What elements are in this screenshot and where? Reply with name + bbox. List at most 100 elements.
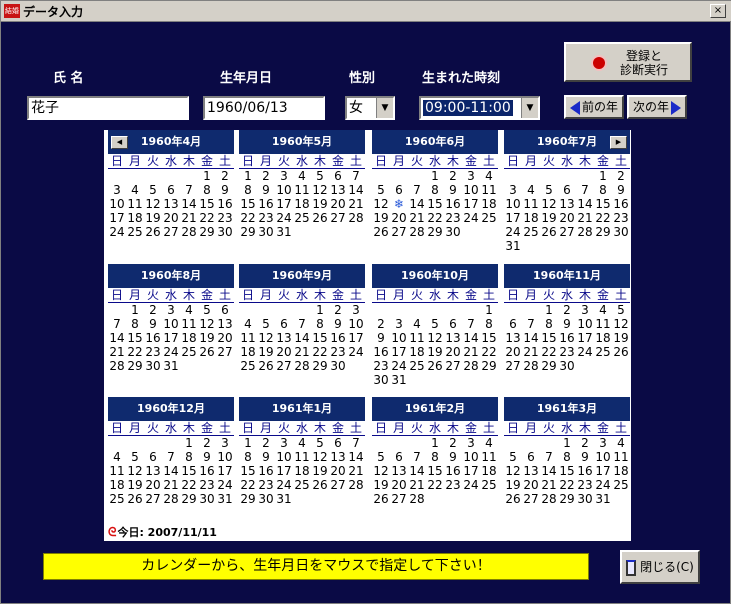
day-cell[interactable]: 16	[612, 197, 630, 211]
day-cell[interactable]: 25	[293, 478, 311, 492]
day-cell[interactable]: 11	[480, 183, 498, 197]
day-cell[interactable]: 25	[522, 225, 540, 239]
day-cell[interactable]: 22	[239, 478, 257, 492]
selected-day-cell[interactable]: ❄	[390, 197, 408, 211]
day-cell[interactable]: 29	[239, 492, 257, 506]
day-cell[interactable]: 3	[108, 183, 126, 197]
day-cell[interactable]: 29	[180, 492, 198, 506]
day-cell[interactable]: 23	[444, 478, 462, 492]
day-cell[interactable]: 20	[329, 464, 347, 478]
day-cell[interactable]: 8	[426, 450, 444, 464]
day-cell[interactable]: 3	[462, 169, 480, 183]
day-cell[interactable]: 20	[444, 345, 462, 359]
day-cell[interactable]: 9	[329, 317, 347, 331]
day-cell[interactable]: 1	[480, 303, 498, 317]
day-cell[interactable]: 24	[390, 359, 408, 373]
day-cell[interactable]: 21	[293, 345, 311, 359]
day-cell[interactable]: 29	[426, 225, 444, 239]
day-cell[interactable]: 9	[576, 450, 594, 464]
day-cell[interactable]: 14	[162, 464, 180, 478]
day-cell[interactable]: 4	[408, 317, 426, 331]
day-cell[interactable]: 10	[594, 450, 612, 464]
day-cell[interactable]: 3	[576, 303, 594, 317]
day-cell[interactable]: 13	[162, 197, 180, 211]
day-cell[interactable]: 7	[180, 183, 198, 197]
day-cell[interactable]: 24	[462, 211, 480, 225]
day-cell[interactable]: 12	[540, 197, 558, 211]
day-cell[interactable]: 13	[329, 450, 347, 464]
day-cell[interactable]: 19	[144, 211, 162, 225]
day-cell[interactable]: 9	[558, 317, 576, 331]
day-cell[interactable]: 8	[239, 450, 257, 464]
day-cell[interactable]: 28	[108, 359, 126, 373]
day-cell[interactable]: 3	[162, 303, 180, 317]
day-cell[interactable]: 27	[444, 359, 462, 373]
day-cell[interactable]: 10	[576, 317, 594, 331]
day-cell[interactable]: 3	[390, 317, 408, 331]
day-cell[interactable]: 7	[347, 436, 365, 450]
day-cell[interactable]: 23	[257, 478, 275, 492]
day-cell[interactable]: 15	[480, 331, 498, 345]
day-cell[interactable]: 6	[390, 183, 408, 197]
day-cell[interactable]: 17	[275, 197, 293, 211]
day-cell[interactable]: 23	[329, 345, 347, 359]
day-cell[interactable]: 20	[558, 211, 576, 225]
day-cell[interactable]: 20	[275, 345, 293, 359]
day-cell[interactable]: 18	[522, 211, 540, 225]
day-cell[interactable]: 13	[390, 464, 408, 478]
day-cell[interactable]: 6	[522, 450, 540, 464]
day-cell[interactable]: 24	[462, 478, 480, 492]
day-cell[interactable]: 14	[347, 450, 365, 464]
day-cell[interactable]: 14	[108, 331, 126, 345]
day-cell[interactable]: 4	[180, 303, 198, 317]
day-cell[interactable]: 28	[522, 359, 540, 373]
day-cell[interactable]: 17	[162, 331, 180, 345]
day-cell[interactable]: 16	[257, 464, 275, 478]
day-cell[interactable]: 7	[293, 317, 311, 331]
day-cell[interactable]: 1	[426, 169, 444, 183]
day-cell[interactable]: 24	[275, 478, 293, 492]
day-cell[interactable]: 17	[108, 211, 126, 225]
day-cell[interactable]: 22	[239, 211, 257, 225]
day-cell[interactable]: 13	[216, 317, 234, 331]
day-cell[interactable]: 7	[162, 450, 180, 464]
day-cell[interactable]: 26	[257, 359, 275, 373]
day-cell[interactable]: 18	[293, 197, 311, 211]
close-icon[interactable]: ×	[710, 4, 726, 18]
day-cell[interactable]: 22	[594, 211, 612, 225]
day-cell[interactable]: 26	[504, 492, 522, 506]
day-cell[interactable]: 5	[144, 183, 162, 197]
day-cell[interactable]: 26	[311, 211, 329, 225]
day-cell[interactable]: 14	[408, 464, 426, 478]
day-cell[interactable]: 2	[444, 436, 462, 450]
day-cell[interactable]: 1	[540, 303, 558, 317]
day-cell[interactable]: 5	[612, 303, 630, 317]
day-cell[interactable]: 21	[576, 211, 594, 225]
day-cell[interactable]: 5	[257, 317, 275, 331]
day-cell[interactable]: 10	[347, 317, 365, 331]
day-cell[interactable]: 8	[426, 183, 444, 197]
day-cell[interactable]: 28	[347, 478, 365, 492]
day-cell[interactable]: 8	[480, 317, 498, 331]
day-cell[interactable]: 26	[372, 492, 390, 506]
day-cell[interactable]: 11	[293, 450, 311, 464]
day-cell[interactable]: 1	[239, 169, 257, 183]
day-cell[interactable]: 25	[594, 345, 612, 359]
day-cell[interactable]: 20	[390, 211, 408, 225]
day-cell[interactable]: 20	[216, 331, 234, 345]
day-cell[interactable]: 15	[311, 331, 329, 345]
day-cell[interactable]: 29	[126, 359, 144, 373]
day-cell[interactable]: 4	[594, 303, 612, 317]
day-cell[interactable]: 6	[329, 169, 347, 183]
day-cell[interactable]: 9	[144, 317, 162, 331]
day-cell[interactable]: 22	[480, 345, 498, 359]
day-cell[interactable]: 3	[504, 183, 522, 197]
day-cell[interactable]: 9	[372, 331, 390, 345]
day-cell[interactable]: 31	[390, 373, 408, 387]
day-cell[interactable]: 23	[576, 478, 594, 492]
day-cell[interactable]: 11	[522, 197, 540, 211]
day-cell[interactable]: 20	[144, 478, 162, 492]
day-cell[interactable]: 24	[275, 211, 293, 225]
day-cell[interactable]: 27	[162, 225, 180, 239]
day-cell[interactable]: 17	[347, 331, 365, 345]
